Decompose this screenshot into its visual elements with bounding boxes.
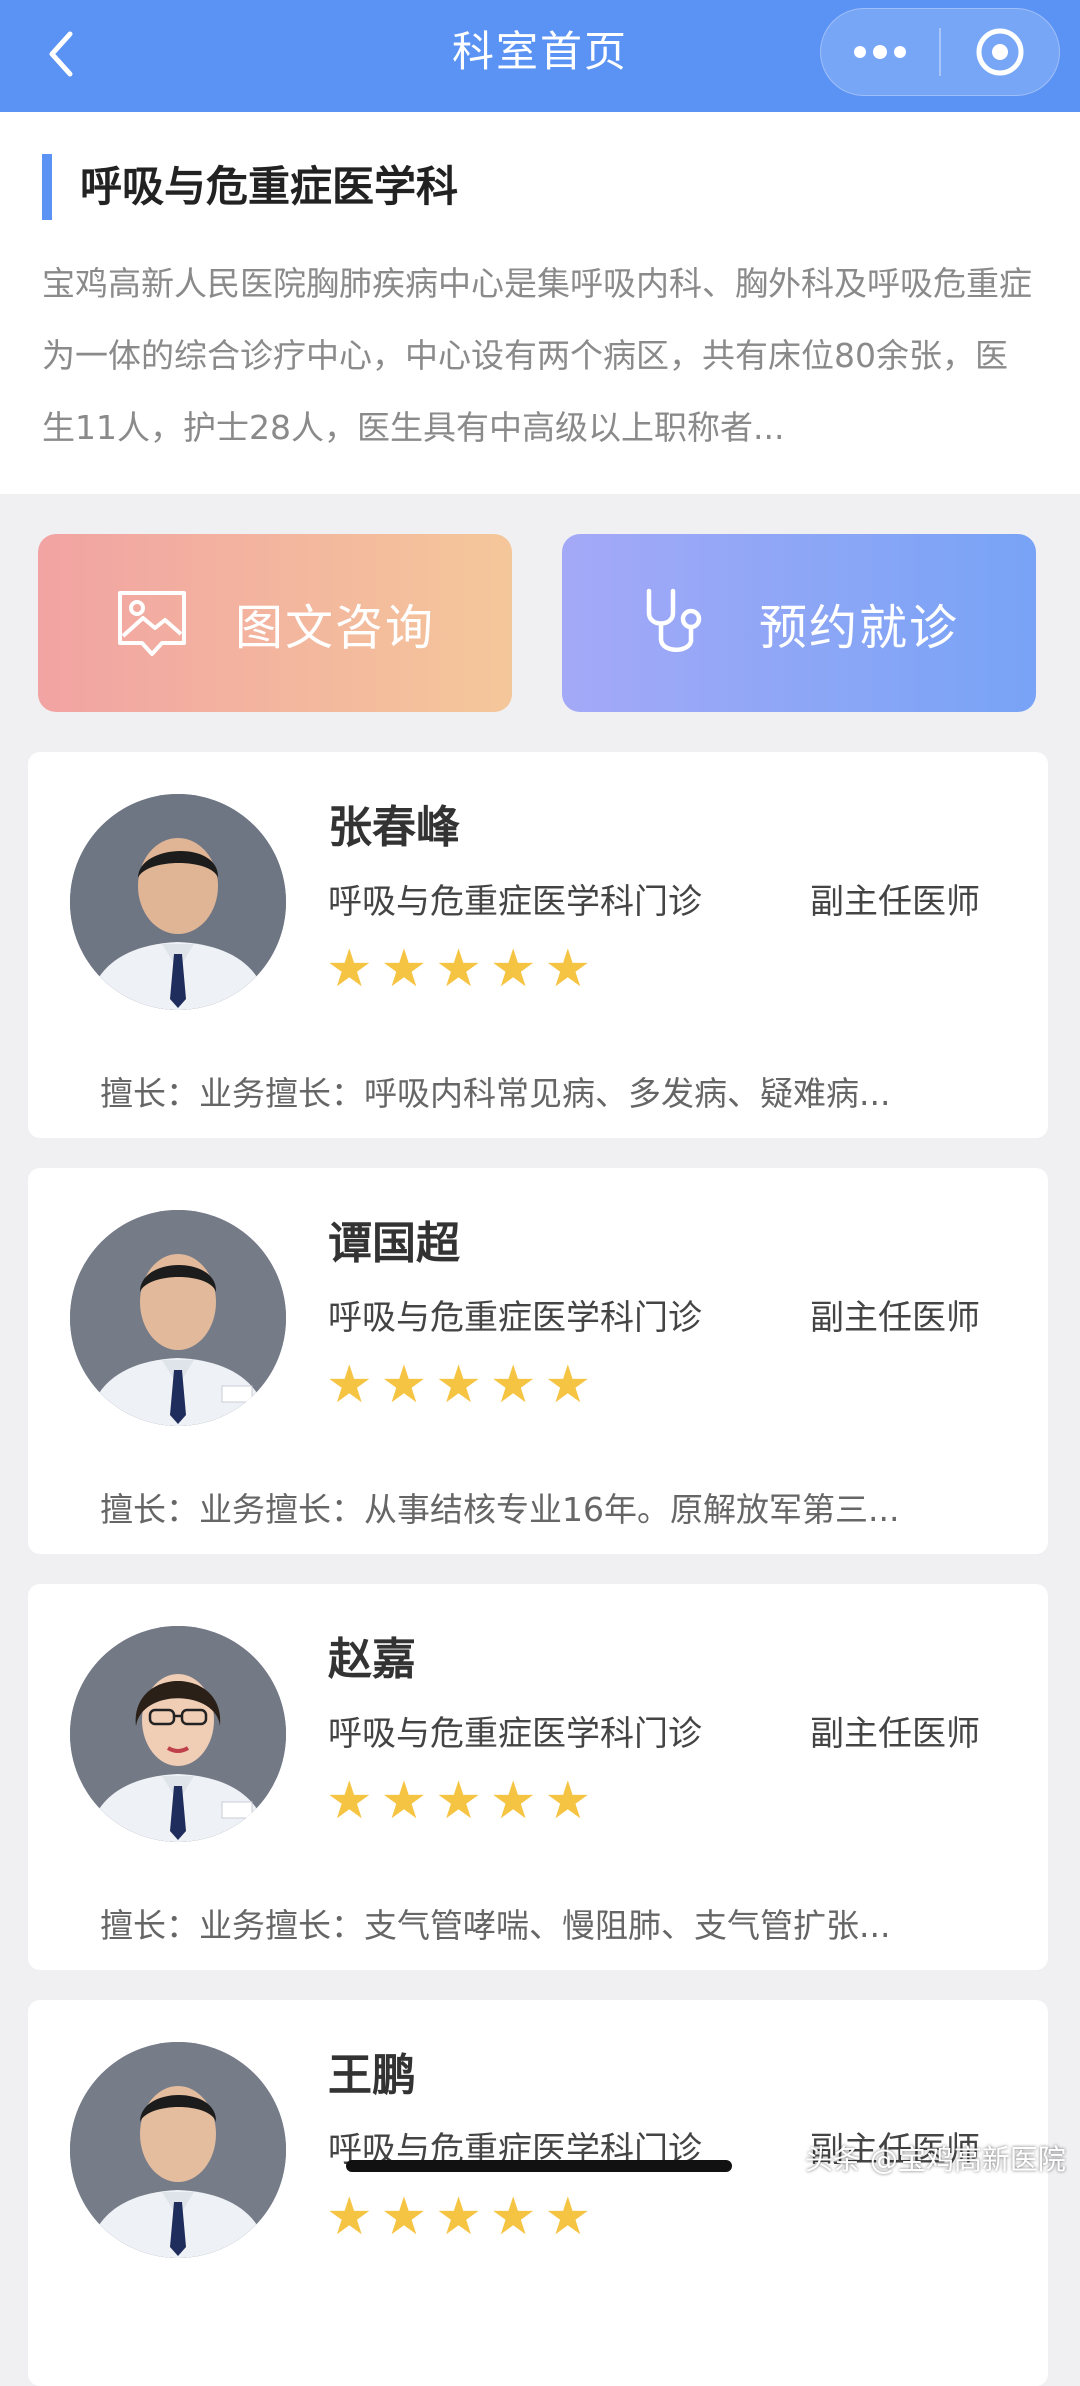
doctor-title: 副主任医师 xyxy=(810,1714,980,1754)
doctor-card[interactable]: 谭国超 呼吸与危重症医学科门诊 副主任医师 ★ ★ ★ ★ ★ 擅长：业务擅长：… xyxy=(28,1168,1048,1554)
star-icon: ★ xyxy=(544,939,592,999)
watermark: 头条 @宝鸡高新医院 xyxy=(805,2143,1066,2176)
star-icon: ★ xyxy=(326,1771,373,1831)
star-icon: ★ xyxy=(326,1355,373,1415)
star-icon: ★ xyxy=(544,1355,592,1415)
star-icon: ★ xyxy=(489,1771,537,1831)
close-mini-program-button[interactable] xyxy=(941,9,1059,95)
appointment-label: 预约就诊 xyxy=(758,600,959,656)
doctor-avatar xyxy=(70,1626,286,1842)
consult-label: 图文咨询 xyxy=(234,600,435,656)
more-dots-icon xyxy=(854,45,906,59)
star-icon: ★ xyxy=(489,2187,537,2247)
star-icon: ★ xyxy=(380,1355,428,1415)
star-icon: ★ xyxy=(380,2187,428,2247)
doctor-name: 赵嘉 xyxy=(328,1634,416,1685)
more-button[interactable] xyxy=(821,9,939,95)
department-description[interactable]: 宝鸡高新人民医院胸肺疾病中心是集呼吸内科、胸外科及呼吸危重症为一体的综合诊疗中心… xyxy=(42,248,1032,464)
star-icon: ★ xyxy=(544,2187,592,2247)
star-icon: ★ xyxy=(489,1355,537,1415)
image-icon xyxy=(117,591,186,656)
doctor-expertise: 擅长：业务擅长：支气管哮喘、慢阻肺、支气管扩张... xyxy=(100,1906,891,1945)
doctor-department: 呼吸与危重症医学科门诊 xyxy=(328,1714,702,1754)
star-icon: ★ xyxy=(435,1355,482,1415)
doctor-avatar xyxy=(70,794,286,1010)
star-icon: ★ xyxy=(326,2187,373,2247)
doctor-title: 副主任医师 xyxy=(810,882,980,922)
title-accent-bar xyxy=(42,154,52,220)
star-icon: ★ xyxy=(380,1771,428,1831)
rating-stars: ★ ★ ★ ★ ★ xyxy=(326,1356,591,1414)
doctor-avatar xyxy=(70,1210,286,1426)
stethoscope-icon xyxy=(646,588,702,652)
star-icon: ★ xyxy=(435,2187,482,2247)
doctor-expertise: 擅长：业务擅长：呼吸内科常见病、多发病、疑难病... xyxy=(100,1074,891,1113)
star-icon: ★ xyxy=(380,939,428,999)
doctor-name: 谭国超 xyxy=(328,1218,460,1269)
star-icon: ★ xyxy=(435,1771,482,1831)
doctor-card[interactable]: 张春峰 呼吸与危重症医学科门诊 副主任医师 ★ ★ ★ ★ ★ 擅长：业务擅长：… xyxy=(28,752,1048,1138)
star-icon: ★ xyxy=(435,939,482,999)
mini-program-capsule xyxy=(820,8,1060,96)
doctor-name: 王鹏 xyxy=(328,2050,416,2101)
doctor-department: 呼吸与危重症医学科门诊 xyxy=(328,1298,702,1338)
doctor-name: 张春峰 xyxy=(328,802,460,853)
star-icon: ★ xyxy=(489,939,537,999)
doctor-card[interactable]: 赵嘉 呼吸与危重症医学科门诊 副主任医师 ★ ★ ★ ★ ★ 擅长：业务擅长：支… xyxy=(28,1584,1048,1970)
rating-stars: ★ ★ ★ ★ ★ xyxy=(326,940,591,998)
appointment-button[interactable]: 预约就诊 xyxy=(562,534,1036,712)
doctor-department: 呼吸与危重症医学科门诊 xyxy=(328,882,702,922)
target-circle-icon xyxy=(976,28,1024,76)
home-indicator[interactable] xyxy=(346,2160,732,2172)
image-text-consult-button[interactable]: 图文咨询 xyxy=(38,534,512,712)
doctor-card[interactable]: 王鹏 呼吸与危重症医学科门诊 副主任医师 ★ ★ ★ ★ ★ xyxy=(28,2000,1048,2386)
star-icon: ★ xyxy=(544,1771,592,1831)
doctor-expertise: 擅长：业务擅长：从事结核专业16年。原解放军第三... xyxy=(100,1490,900,1529)
doctor-title: 副主任医师 xyxy=(810,1298,980,1338)
rating-stars: ★ ★ ★ ★ ★ xyxy=(326,2188,591,2246)
rating-stars: ★ ★ ★ ★ ★ xyxy=(326,1772,591,1830)
department-intro: 呼吸与危重症医学科 宝鸡高新人民医院胸肺疾病中心是集呼吸内科、胸外科及呼吸危重症… xyxy=(0,112,1080,494)
navigation-bar: 科室首页 xyxy=(0,0,1080,112)
department-name: 呼吸与危重症医学科 xyxy=(80,162,459,211)
doctor-avatar xyxy=(70,2042,286,2258)
star-icon: ★ xyxy=(326,939,373,999)
